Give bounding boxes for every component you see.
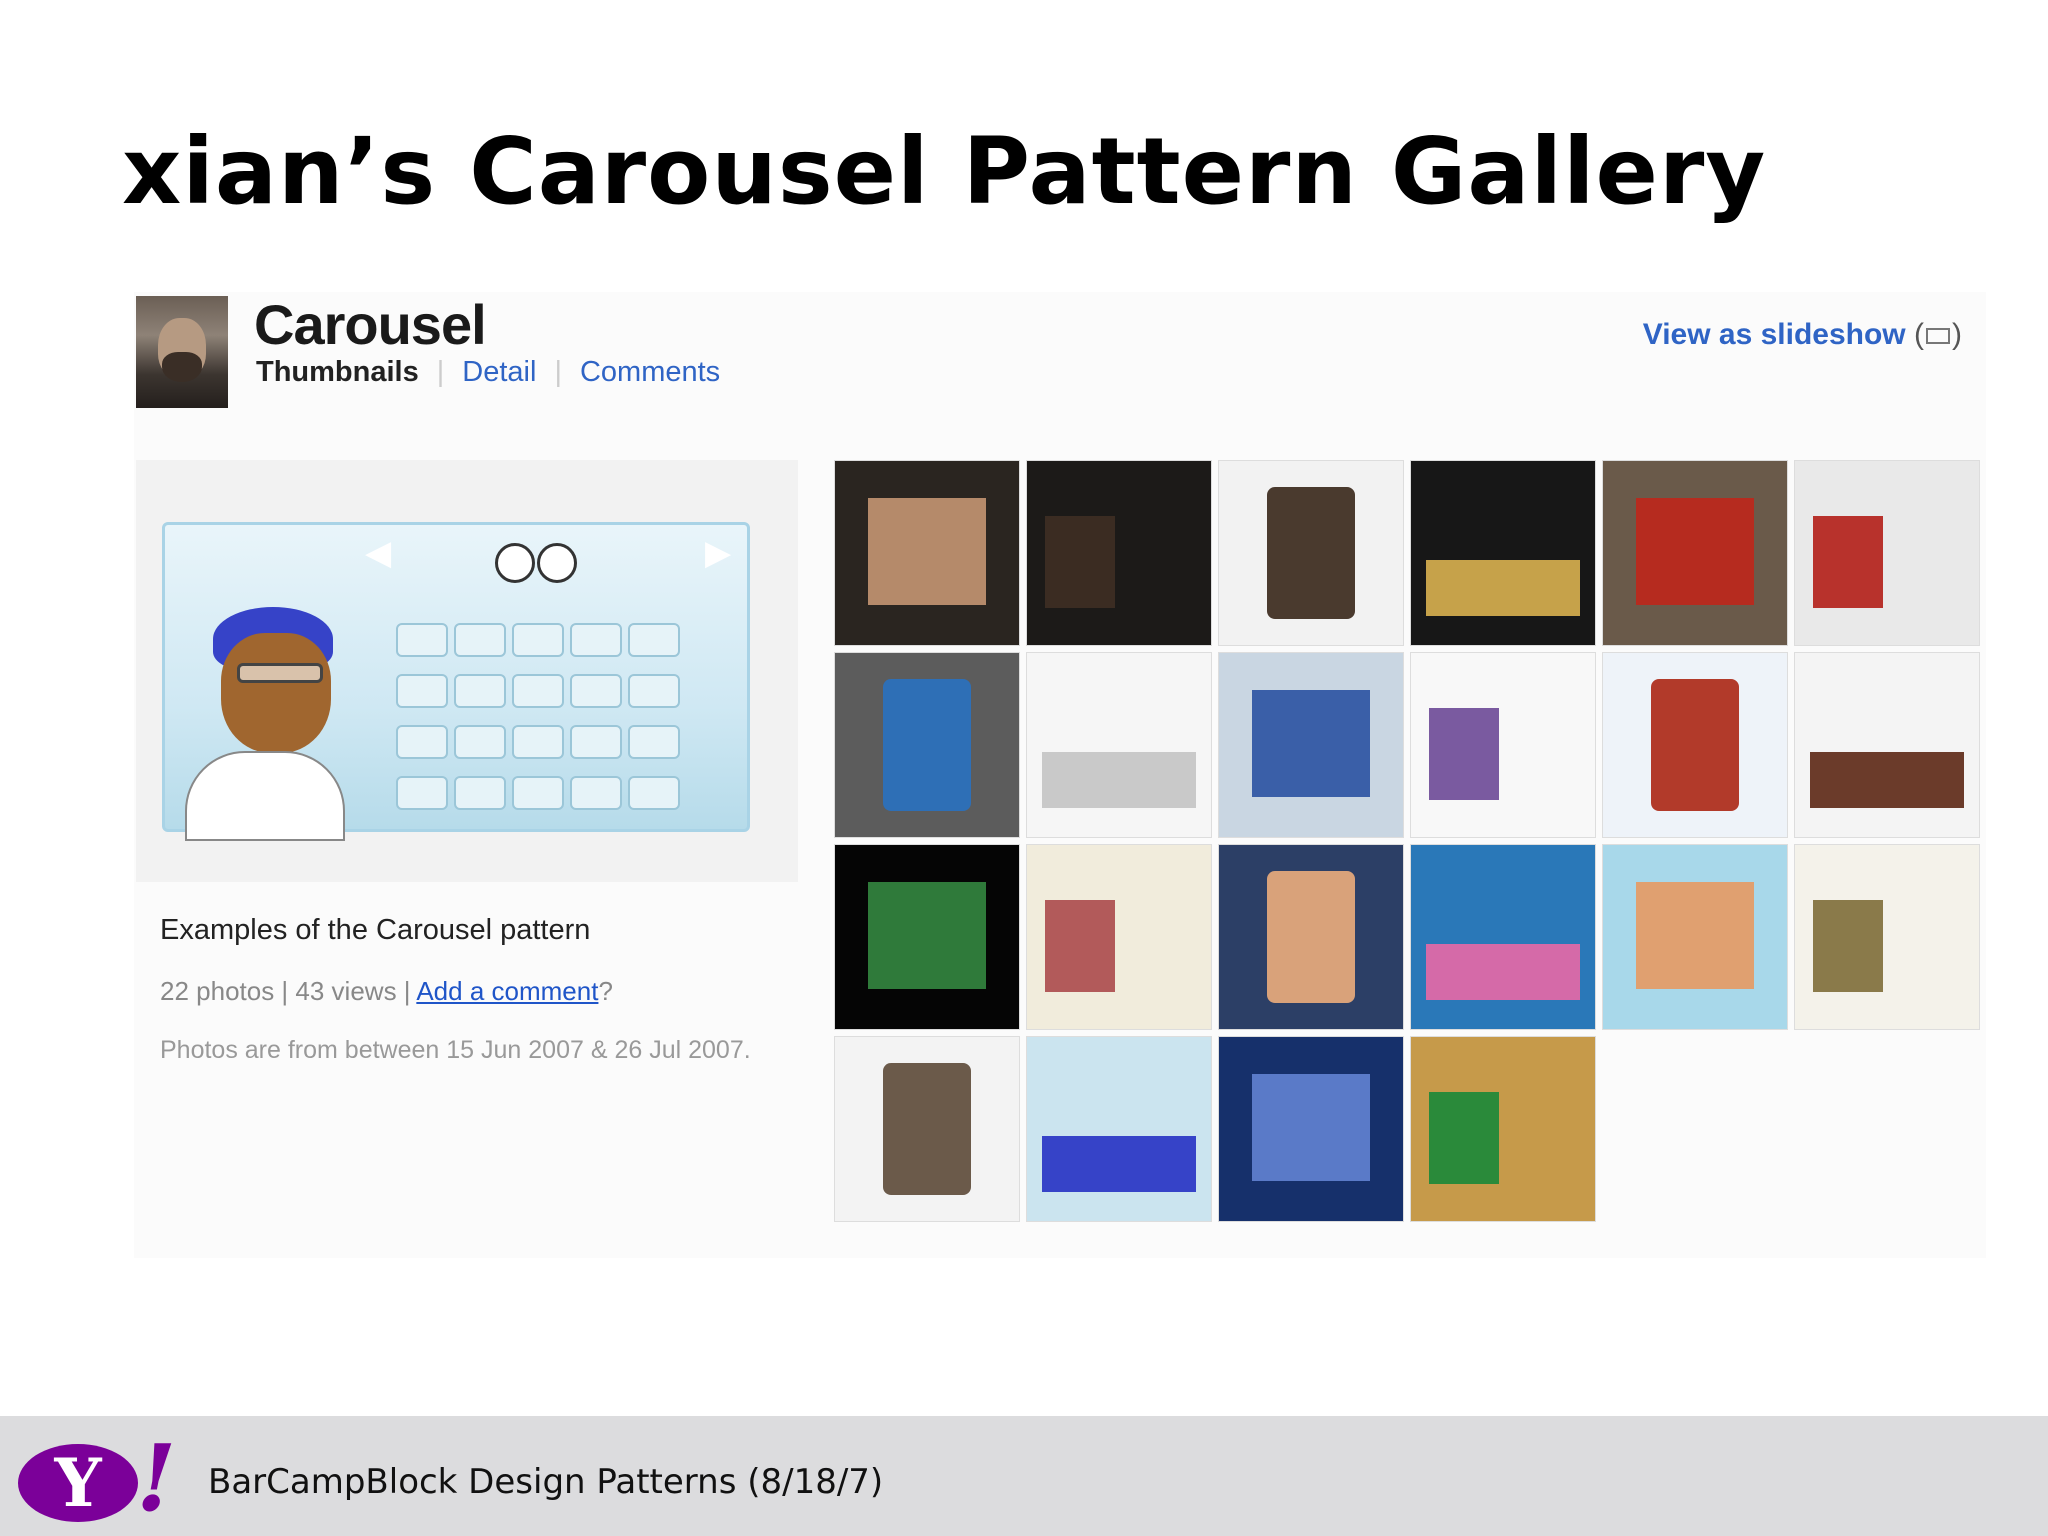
thumbnail-content <box>1045 516 1116 609</box>
slide-title: xian’s Carousel Pattern Gallery <box>122 118 1767 225</box>
photo-thumbnail[interactable] <box>1794 844 1980 1030</box>
photo-thumbnail[interactable] <box>834 652 1020 838</box>
set-title: Carousel <box>254 293 487 356</box>
slide-footer: Y ! BarCampBlock Design Patterns (8/18/7… <box>0 1416 2048 1536</box>
thumbnail-grid <box>834 460 1988 1222</box>
thumbnail-content <box>1429 708 1500 801</box>
thumbnail-content <box>868 881 986 989</box>
photo-thumbnail[interactable] <box>1026 844 1212 1030</box>
thumbnail-content <box>1636 497 1754 605</box>
cartoon-glasses <box>237 663 323 683</box>
tab-separator: | <box>436 356 445 388</box>
avatar-beard <box>162 352 202 382</box>
photo-thumbnail[interactable] <box>834 460 1020 646</box>
tab-thumbnails[interactable]: Thumbnails <box>256 356 419 389</box>
photo-thumbnail[interactable] <box>1218 844 1404 1030</box>
tab-separator: | <box>554 356 562 388</box>
set-description: Examples of the Carousel pattern <box>160 914 591 946</box>
photo-thumbnail[interactable] <box>1602 652 1788 838</box>
cartoon-head <box>221 633 331 753</box>
thumbnail-content <box>1429 1092 1500 1185</box>
yahoo-logo-letter: Y <box>54 1444 102 1522</box>
preview-arrow-left-icon: ◀ <box>365 534 392 572</box>
photo-thumbnail[interactable] <box>1218 460 1404 646</box>
yahoo-logo: Y ! <box>18 1424 176 1532</box>
thumbnail-content <box>868 497 986 605</box>
slideshow-paren-close: ) <box>1952 318 1962 351</box>
preview-arrow-right-icon: ▶ <box>705 534 732 572</box>
set-preview-image[interactable]: ◀ ▶ <box>136 460 798 882</box>
thumbnail-content <box>1266 486 1356 620</box>
set-date-range: Photos are from between 15 Jun 2007 & 26… <box>160 1036 751 1064</box>
thumbnail-content <box>1041 1136 1197 1192</box>
carousel-preview: ◀ ▶ <box>162 522 750 841</box>
photo-thumbnail[interactable] <box>1602 844 1788 1030</box>
set-stats-text: 22 photos | 43 views | <box>160 976 417 1006</box>
tab-detail[interactable]: Detail <box>462 356 536 389</box>
thumbnail-content <box>1425 944 1581 1000</box>
cartoon-body <box>185 751 345 841</box>
tab-comments[interactable]: Comments <box>580 356 720 389</box>
eyes-icon <box>495 543 581 587</box>
photo-thumbnail[interactable] <box>1794 652 1980 838</box>
photo-thumbnail[interactable] <box>1026 1036 1212 1222</box>
add-comment-link[interactable]: Add a comment <box>416 976 598 1006</box>
photo-thumbnail[interactable] <box>1026 460 1212 646</box>
thumbnail-content <box>1266 870 1356 1004</box>
photo-thumbnail[interactable] <box>1410 844 1596 1030</box>
thumbnail-content <box>882 678 972 812</box>
view-as-slideshow-link[interactable]: View as slideshow () <box>1643 318 1962 352</box>
owner-avatar[interactable] <box>136 296 228 408</box>
thumbnail-content <box>1252 1073 1370 1181</box>
thumbnail-content <box>1636 881 1754 989</box>
thumbnail-content <box>882 1062 972 1196</box>
set-stats-suffix: ? <box>598 976 613 1006</box>
yahoo-logo-bang: ! <box>136 1424 177 1532</box>
thumbnail-content <box>1252 689 1370 797</box>
thumbnail-content <box>1813 900 1884 993</box>
photo-thumbnail[interactable] <box>1602 460 1788 646</box>
slideshow-paren-open: ( <box>1914 318 1924 351</box>
photo-thumbnail[interactable] <box>1410 1036 1596 1222</box>
thumbnail-content <box>1650 678 1740 812</box>
slideshow-link-label: View as slideshow <box>1642 318 1906 351</box>
photo-thumbnail[interactable] <box>1410 460 1596 646</box>
thumbnail-content <box>1425 560 1581 616</box>
set-stats: 22 photos | 43 views | Add a comment? <box>160 976 613 1007</box>
set-tabs: Thumbnails | Detail | Comments <box>256 356 720 389</box>
photo-thumbnail[interactable] <box>1026 652 1212 838</box>
photo-thumbnail[interactable] <box>1794 460 1980 646</box>
photo-thumbnail[interactable] <box>834 844 1020 1030</box>
flickr-set-screenshot: Carousel Thumbnails | Detail | Comments View… <box>134 292 1986 1258</box>
slideshow-icon <box>1926 328 1950 345</box>
thumbnail-content <box>1809 752 1965 808</box>
photo-thumbnail[interactable] <box>1218 1036 1404 1222</box>
photo-thumbnail[interactable] <box>834 1036 1020 1222</box>
photo-thumbnail[interactable] <box>1218 652 1404 838</box>
photo-thumbnail[interactable] <box>1410 652 1596 838</box>
thumbnail-content <box>1813 516 1884 609</box>
footer-text: BarCampBlock Design Patterns (8/18/7) <box>208 1462 884 1502</box>
thumbnail-content <box>1045 900 1116 993</box>
glasses-options-grid <box>393 617 699 821</box>
thumbnail-content <box>1041 752 1197 808</box>
